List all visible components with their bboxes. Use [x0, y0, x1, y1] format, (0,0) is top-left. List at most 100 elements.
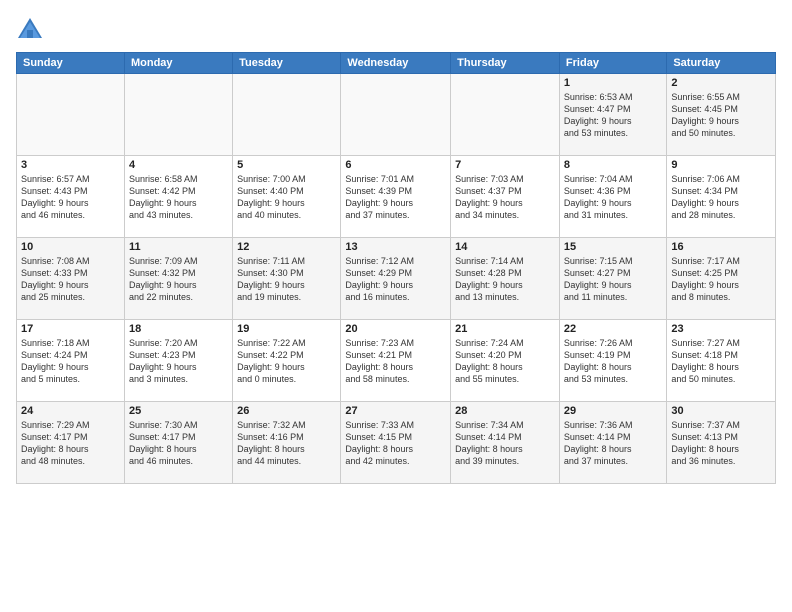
day-info: Sunrise: 7:27 AM Sunset: 4:18 PM Dayligh…	[671, 337, 771, 386]
day-cell	[233, 74, 341, 156]
day-cell: 17 Sunrise: 7:18 AM Sunset: 4:24 PM Dayli…	[17, 320, 125, 402]
day-number: 26	[237, 405, 336, 417]
weekday-header-tuesday: Tuesday	[233, 53, 341, 74]
day-number: 25	[129, 405, 228, 417]
day-cell: 2 Sunrise: 6:55 AM Sunset: 4:45 PM Daylig…	[667, 74, 776, 156]
day-cell: 9Sunrise: 7:06 AM Sunset: 4:34 PM Daylig…	[667, 156, 776, 238]
day-info: Sunrise: 6:57 AM Sunset: 4:43 PM Dayligh…	[21, 173, 120, 222]
day-number: 12	[237, 241, 336, 253]
day-number: 19	[237, 323, 336, 335]
page: SundayMondayTuesdayWednesdayThursdayFrid…	[0, 0, 792, 612]
weekday-header-friday: Friday	[559, 53, 666, 74]
day-cell: 16 Sunrise: 7:17 AM Sunset: 4:25 PM Dayli…	[667, 238, 776, 320]
day-cell: 29 Sunrise: 7:36 AM Sunset: 4:14 PM Dayli…	[559, 402, 666, 484]
day-info: Sunrise: 7:24 AM Sunset: 4:20 PM Dayligh…	[455, 337, 555, 386]
week-row-1: 1Sunrise: 6:53 AM Sunset: 4:47 PM Daylig…	[17, 74, 776, 156]
weekday-header-row: SundayMondayTuesdayWednesdayThursdayFrid…	[17, 53, 776, 74]
logo	[16, 16, 48, 44]
calendar-table: SundayMondayTuesdayWednesdayThursdayFrid…	[16, 52, 776, 484]
week-row-5: 24Sunrise: 7:29 AM Sunset: 4:17 PM Dayli…	[17, 402, 776, 484]
day-cell: 8 Sunrise: 7:04 AM Sunset: 4:36 PM Daylig…	[559, 156, 666, 238]
day-number: 14	[455, 241, 555, 253]
weekday-header-wednesday: Wednesday	[341, 53, 451, 74]
day-cell	[451, 74, 560, 156]
day-cell: 7Sunrise: 7:03 AM Sunset: 4:37 PM Daylig…	[451, 156, 560, 238]
day-info: Sunrise: 7:23 AM Sunset: 4:21 PM Dayligh…	[345, 337, 446, 386]
day-number: 5	[237, 159, 336, 171]
day-number: 2	[671, 77, 771, 89]
day-info: Sunrise: 7:26 AM Sunset: 4:19 PM Dayligh…	[564, 337, 662, 386]
day-info: Sunrise: 7:37 AM Sunset: 4:13 PM Dayligh…	[671, 419, 771, 468]
day-number: 6	[345, 159, 446, 171]
day-cell: 28 Sunrise: 7:34 AM Sunset: 4:14 PM Dayli…	[451, 402, 560, 484]
day-number: 3	[21, 159, 120, 171]
day-info: Sunrise: 7:36 AM Sunset: 4:14 PM Dayligh…	[564, 419, 662, 468]
day-cell	[17, 74, 125, 156]
day-cell: 25 Sunrise: 7:30 AM Sunset: 4:17 PM Dayli…	[124, 402, 232, 484]
week-row-4: 17 Sunrise: 7:18 AM Sunset: 4:24 PM Dayli…	[17, 320, 776, 402]
day-info: Sunrise: 7:32 AM Sunset: 4:16 PM Dayligh…	[237, 419, 336, 468]
day-number: 29	[564, 405, 662, 417]
day-info: Sunrise: 7:18 AM Sunset: 4:24 PM Dayligh…	[21, 337, 120, 386]
day-number: 28	[455, 405, 555, 417]
day-number: 24	[21, 405, 120, 417]
day-cell: 22 Sunrise: 7:26 AM Sunset: 4:19 PM Dayli…	[559, 320, 666, 402]
day-info: Sunrise: 7:03 AM Sunset: 4:37 PM Dayligh…	[455, 173, 555, 222]
day-info: Sunrise: 7:17 AM Sunset: 4:25 PM Dayligh…	[671, 255, 771, 304]
logo-icon	[16, 16, 44, 44]
day-cell: 4Sunrise: 6:58 AM Sunset: 4:42 PM Daylig…	[124, 156, 232, 238]
day-cell: 24Sunrise: 7:29 AM Sunset: 4:17 PM Dayli…	[17, 402, 125, 484]
day-info: Sunrise: 7:15 AM Sunset: 4:27 PM Dayligh…	[564, 255, 662, 304]
day-info: Sunrise: 7:09 AM Sunset: 4:32 PM Dayligh…	[129, 255, 228, 304]
day-number: 23	[671, 323, 771, 335]
day-info: Sunrise: 7:33 AM Sunset: 4:15 PM Dayligh…	[345, 419, 446, 468]
day-info: Sunrise: 7:12 AM Sunset: 4:29 PM Dayligh…	[345, 255, 446, 304]
day-cell: 12Sunrise: 7:11 AM Sunset: 4:30 PM Dayli…	[233, 238, 341, 320]
day-info: Sunrise: 7:01 AM Sunset: 4:39 PM Dayligh…	[345, 173, 446, 222]
day-info: Sunrise: 7:30 AM Sunset: 4:17 PM Dayligh…	[129, 419, 228, 468]
day-info: Sunrise: 7:08 AM Sunset: 4:33 PM Dayligh…	[21, 255, 120, 304]
day-number: 30	[671, 405, 771, 417]
day-number: 13	[345, 241, 446, 253]
day-number: 16	[671, 241, 771, 253]
day-number: 11	[129, 241, 228, 253]
day-cell: 21Sunrise: 7:24 AM Sunset: 4:20 PM Dayli…	[451, 320, 560, 402]
day-number: 4	[129, 159, 228, 171]
day-cell: 14 Sunrise: 7:14 AM Sunset: 4:28 PM Dayli…	[451, 238, 560, 320]
day-info: Sunrise: 6:55 AM Sunset: 4:45 PM Dayligh…	[671, 91, 771, 140]
day-info: Sunrise: 7:22 AM Sunset: 4:22 PM Dayligh…	[237, 337, 336, 386]
day-info: Sunrise: 7:04 AM Sunset: 4:36 PM Dayligh…	[564, 173, 662, 222]
day-cell: 15 Sunrise: 7:15 AM Sunset: 4:27 PM Dayli…	[559, 238, 666, 320]
day-info: Sunrise: 6:53 AM Sunset: 4:47 PM Dayligh…	[564, 91, 662, 140]
day-number: 15	[564, 241, 662, 253]
day-cell: 10 Sunrise: 7:08 AM Sunset: 4:33 PM Dayli…	[17, 238, 125, 320]
day-cell: 3 Sunrise: 6:57 AM Sunset: 4:43 PM Daylig…	[17, 156, 125, 238]
day-number: 18	[129, 323, 228, 335]
day-number: 9	[671, 159, 771, 171]
day-number: 10	[21, 241, 120, 253]
day-cell: 13 Sunrise: 7:12 AM Sunset: 4:29 PM Dayli…	[341, 238, 451, 320]
day-cell	[124, 74, 232, 156]
day-cell: 26 Sunrise: 7:32 AM Sunset: 4:16 PM Dayli…	[233, 402, 341, 484]
day-number: 17	[21, 323, 120, 335]
day-info: Sunrise: 7:20 AM Sunset: 4:23 PM Dayligh…	[129, 337, 228, 386]
day-cell: 6 Sunrise: 7:01 AM Sunset: 4:39 PM Daylig…	[341, 156, 451, 238]
week-row-3: 10 Sunrise: 7:08 AM Sunset: 4:33 PM Dayli…	[17, 238, 776, 320]
weekday-header-sunday: Sunday	[17, 53, 125, 74]
day-cell: 23 Sunrise: 7:27 AM Sunset: 4:18 PM Dayli…	[667, 320, 776, 402]
week-row-2: 3 Sunrise: 6:57 AM Sunset: 4:43 PM Daylig…	[17, 156, 776, 238]
day-info: Sunrise: 7:34 AM Sunset: 4:14 PM Dayligh…	[455, 419, 555, 468]
day-info: Sunrise: 7:00 AM Sunset: 4:40 PM Dayligh…	[237, 173, 336, 222]
weekday-header-thursday: Thursday	[451, 53, 560, 74]
weekday-header-saturday: Saturday	[667, 53, 776, 74]
day-cell: 20Sunrise: 7:23 AM Sunset: 4:21 PM Dayli…	[341, 320, 451, 402]
day-cell: 30 Sunrise: 7:37 AM Sunset: 4:13 PM Dayli…	[667, 402, 776, 484]
weekday-header-monday: Monday	[124, 53, 232, 74]
day-cell: 18 Sunrise: 7:20 AM Sunset: 4:23 PM Dayli…	[124, 320, 232, 402]
day-number: 22	[564, 323, 662, 335]
day-info: Sunrise: 7:14 AM Sunset: 4:28 PM Dayligh…	[455, 255, 555, 304]
day-cell: 5 Sunrise: 7:00 AM Sunset: 4:40 PM Daylig…	[233, 156, 341, 238]
day-number: 8	[564, 159, 662, 171]
day-cell	[341, 74, 451, 156]
day-cell: 1Sunrise: 6:53 AM Sunset: 4:47 PM Daylig…	[559, 74, 666, 156]
